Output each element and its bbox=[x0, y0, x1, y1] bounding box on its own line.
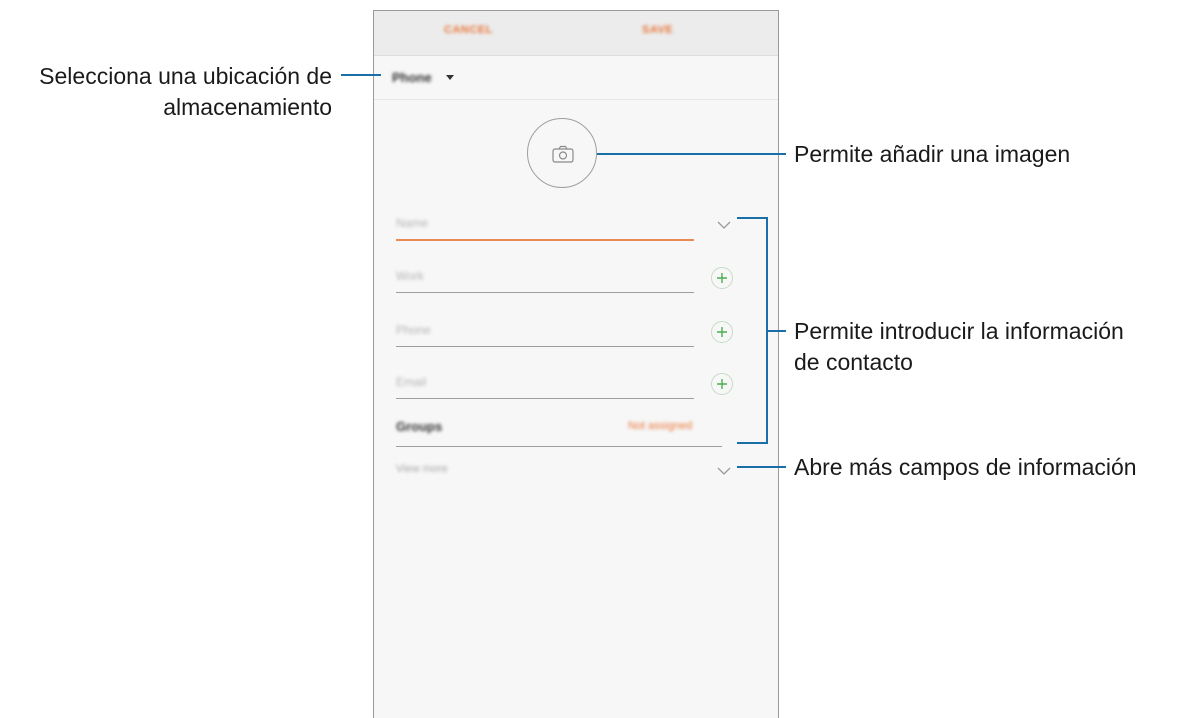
info-callout-line1: Permite introducir la información bbox=[794, 318, 1124, 344]
info-callout-bracket bbox=[737, 217, 768, 444]
storage-callout-line1: Selecciona una ubicación de bbox=[39, 63, 332, 89]
info-callout: Permite introducir la información de con… bbox=[794, 316, 1124, 378]
storage-callout: Selecciona una ubicación de almacenamien… bbox=[39, 61, 332, 123]
storage-callout-line2: almacenamiento bbox=[163, 94, 332, 120]
more-callout: Abre más campos de información bbox=[794, 454, 1137, 480]
image-callout: Permite añadir una imagen bbox=[794, 141, 1071, 167]
info-callout-line2: de contacto bbox=[794, 349, 913, 375]
